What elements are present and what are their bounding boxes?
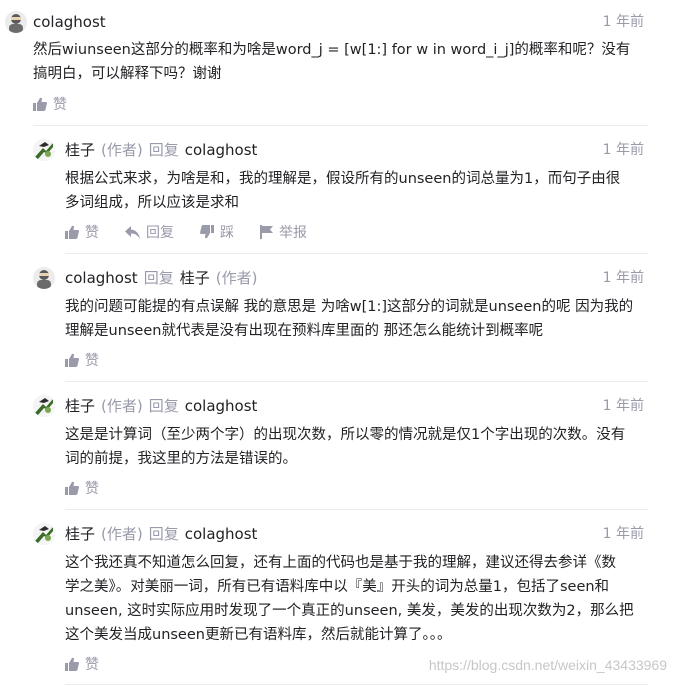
thumbs-up-icon — [33, 97, 47, 111]
divider — [65, 253, 648, 254]
avatar[interactable] — [33, 139, 55, 161]
comment-time: 1 年前 — [602, 270, 644, 286]
comment-text-line: 搞明白，可以解释下吗？谢谢 — [33, 66, 222, 82]
reply-to-username[interactable]: 桂子 — [180, 267, 210, 289]
comment-text-line: 我的问题可能提的有点误解 我的意思是 为啥w[1:]这部分的词就是unseen的… — [65, 299, 634, 315]
comment-time: 1 年前 — [602, 142, 644, 158]
comment-text-line: 这个美发当成unseen更新已有语料库，然后就能计算了。。。 — [65, 627, 452, 643]
reply-word: 回复 — [148, 397, 179, 415]
avatar[interactable] — [5, 11, 27, 33]
thumbs-up-icon — [65, 657, 79, 671]
report-label: 举报 — [279, 225, 307, 241]
comment-time: 1 年前 — [602, 14, 644, 30]
reply-to-username[interactable]: colaghost — [185, 139, 258, 161]
comment-text-line: unseen, 这时实际应用时发现了一个真正的unseen, 美发，美发的出现次… — [65, 603, 634, 619]
author-tag: (作者) — [215, 269, 258, 287]
comment-time: 1 年前 — [602, 526, 644, 542]
watermark: https://blog.csdn.net/weixin_43433969 — [428, 657, 667, 673]
like-button[interactable]: 赞 — [65, 222, 99, 242]
username[interactable]: 桂子 — [65, 395, 95, 417]
username[interactable]: colaghost — [65, 267, 138, 289]
reply-word: 回复 — [143, 269, 174, 287]
comment-text: 我的问题可能提的有点误解 我的意思是 为啥w[1:]这部分的词就是unseen的… — [65, 295, 633, 343]
like-button[interactable]: 赞 — [65, 350, 99, 370]
comment-text-line: 学之美》。对美丽一词，所有已有语料库中以『美』开头的词为总量1，包括了seen和 — [65, 579, 610, 595]
reply-arrow-icon — [125, 225, 140, 239]
avatar[interactable] — [33, 267, 55, 289]
comment-text: 这是是计算词（至少两个字）的出现次数，所以零的情况就是仅1个字出现的次数。没有 … — [65, 423, 625, 471]
comment-text-line: 然后wiunseen这部分的概率和为啥是word_j = [w[1:] for … — [33, 42, 631, 58]
like-button[interactable]: 赞 — [33, 94, 67, 114]
comment-text: 这个我还真不知道怎么回复，还有上面的代码也是基于我的理解，建议还得去参详《数 学… — [65, 551, 634, 647]
divider — [65, 684, 648, 685]
thumbs-up-icon — [65, 481, 79, 495]
thumbs-down-icon — [200, 225, 214, 239]
thumbs-up-icon — [65, 225, 79, 239]
avatar[interactable] — [33, 395, 55, 417]
comment-text-line: 理解是unseen就代表是没有出现在预料库里面的 那还怎么能统计到概率呢 — [65, 323, 544, 339]
dislike-label: 踩 — [220, 225, 234, 241]
comment-text: 然后wiunseen这部分的概率和为啥是word_j = [w[1:] for … — [33, 38, 630, 86]
like-button[interactable]: 赞 — [65, 478, 99, 498]
reply-to-username[interactable]: colaghost — [185, 395, 258, 417]
reply-word: 回复 — [148, 141, 179, 159]
username[interactable]: 桂子 — [65, 523, 95, 545]
flag-icon — [260, 225, 273, 239]
like-label: 赞 — [53, 97, 67, 113]
comment-text-line: 多词组成，所以应该是求和 — [65, 195, 239, 211]
reply-button[interactable]: 回复 — [125, 222, 174, 242]
reply-word: 回复 — [148, 525, 179, 543]
dislike-button[interactable]: 踩 — [200, 222, 234, 242]
thumbs-up-icon — [65, 353, 79, 367]
like-label: 赞 — [85, 225, 99, 241]
like-label: 赞 — [85, 657, 99, 673]
report-button[interactable]: 举报 — [260, 222, 307, 242]
username[interactable]: 桂子 — [65, 139, 95, 161]
author-tag: (作者) — [101, 525, 143, 543]
like-label: 赞 — [85, 481, 99, 497]
author-tag: (作者) — [101, 141, 143, 159]
username[interactable]: colaghost — [33, 11, 106, 33]
comment-time: 1 年前 — [602, 398, 644, 414]
like-button[interactable]: 赞 — [65, 654, 99, 674]
comment-text-line: 词的前提，我这里的方法是错误的。 — [65, 451, 297, 467]
divider — [33, 125, 648, 126]
like-label: 赞 — [85, 353, 99, 369]
comment-text: 根据公式来求，为啥是和，我的理解是，假设所有的unseen的词总量为1，而句子由… — [65, 167, 620, 215]
avatar[interactable] — [33, 523, 55, 545]
comment-text-line: 根据公式来求，为啥是和，我的理解是，假设所有的unseen的词总量为1，而句子由… — [65, 171, 621, 187]
author-tag: (作者) — [101, 397, 143, 415]
comment-text-line: 这个我还真不知道怎么回复，还有上面的代码也是基于我的理解，建议还得去参详《数 — [65, 555, 616, 571]
comment-text-line: 这是是计算词（至少两个字）的出现次数，所以零的情况就是仅1个字出现的次数。没有 — [65, 427, 626, 443]
reply-label: 回复 — [146, 225, 174, 241]
divider — [65, 381, 648, 382]
divider — [65, 509, 648, 510]
reply-to-username[interactable]: colaghost — [185, 523, 258, 545]
